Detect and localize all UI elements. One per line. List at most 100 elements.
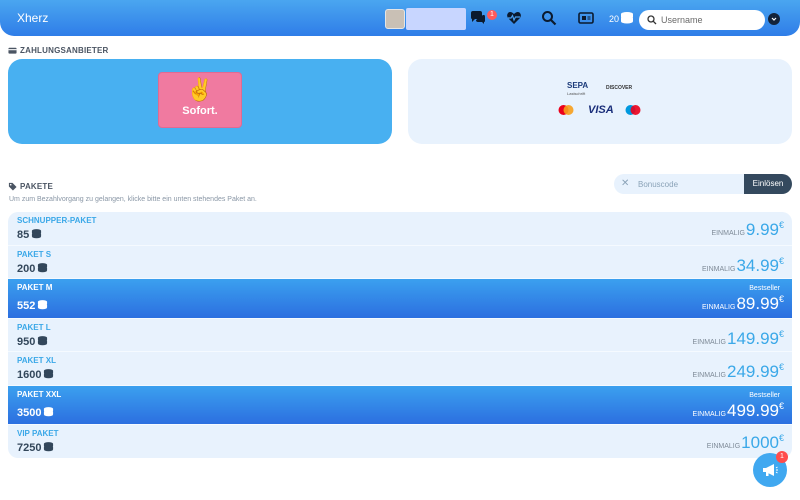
coins-icon	[32, 229, 42, 239]
provider-cards-card[interactable]	[408, 59, 792, 144]
price-value: 9.99	[745, 220, 779, 239]
bestseller-badge: Bestseller	[749, 285, 780, 292]
package-price: EINMALIG 9.99 €	[711, 220, 784, 240]
package-row-vip[interactable]: VIP PAKET 7250 EINMALIG 1000 €	[8, 425, 792, 458]
coins-icon	[620, 10, 634, 26]
user-menu-toggle[interactable]	[768, 13, 780, 25]
price-prefix: EINMALIG	[692, 372, 726, 379]
tag-icon	[8, 182, 17, 191]
credit-card-icon	[8, 47, 17, 54]
message-badge: 1	[487, 10, 497, 20]
price-prefix: EINMALIG	[701, 266, 736, 273]
package-amount: 552	[17, 299, 48, 312]
section-title-text: ZAHLUNGSANBIETER	[20, 46, 109, 55]
package-row-m[interactable]: PAKET M Bestseller 552 EINMALIG 89.99 €	[8, 279, 792, 319]
package-price: EINMALIG 89.99 €	[702, 294, 784, 314]
coin-balance[interactable]: 20	[609, 14, 619, 24]
sepa-sub-label: Lastschrift	[567, 91, 586, 96]
package-amount: 1600	[17, 368, 54, 381]
heart-pulse-icon[interactable]	[505, 9, 523, 27]
clear-icon[interactable]: ✕	[621, 178, 629, 189]
package-name: PAKET XXL	[17, 390, 62, 399]
price-value: 499.99	[726, 401, 779, 420]
search-icon[interactable]	[540, 9, 558, 27]
bonus-code-input[interactable]	[638, 174, 738, 194]
megaphone-icon	[763, 464, 778, 476]
package-name: PAKET XL	[17, 356, 56, 365]
avatar[interactable]	[385, 9, 405, 29]
package-row-xl[interactable]: PAKET XL 1600 EINMALIG 249.99 €	[8, 352, 792, 386]
packages-subtitle: Um zum Bezahlvorgang zu gelangen, klicke…	[9, 196, 257, 203]
price-prefix: EINMALIG	[711, 230, 745, 237]
package-name: SCHNUPPER-PAKET	[17, 216, 97, 225]
username-search-input[interactable]	[659, 10, 759, 30]
package-name: PAKET M	[17, 283, 53, 292]
currency-symbol: €	[778, 294, 784, 304]
package-amount: 85	[17, 228, 42, 241]
maestro-logo	[625, 105, 641, 115]
package-row-xxl[interactable]: PAKET XXL Bestseller 3500 EINMALIG 499.9…	[8, 386, 792, 425]
search-icon	[647, 15, 657, 25]
package-name: VIP PAKET	[17, 429, 59, 438]
sofort-logo[interactable]: ✌ Sofort.	[158, 72, 242, 128]
price-prefix: EINMALIG	[692, 411, 726, 418]
victory-hand-icon: ✌	[186, 77, 214, 102]
package-price: EINMALIG 249.99 €	[693, 362, 784, 382]
package-price: EINMALIG 499.99 €	[693, 401, 784, 421]
package-amount: 7250	[17, 441, 54, 454]
coins-icon	[44, 407, 54, 417]
coins-icon	[38, 263, 48, 273]
price-prefix: EINMALIG	[701, 304, 736, 311]
redeem-button[interactable]: Einlösen	[744, 174, 792, 194]
chevron-down-icon	[771, 17, 777, 21]
chat-icon[interactable]	[469, 9, 487, 27]
coins-icon	[38, 336, 48, 346]
package-price: EINMALIG 34.99 €	[702, 256, 784, 276]
currency-symbol: €	[778, 329, 784, 339]
coins-icon	[38, 300, 48, 310]
price-value: 249.99	[726, 362, 779, 381]
price-prefix: EINMALIG	[692, 339, 726, 346]
currency-symbol: €	[778, 220, 784, 230]
currency-symbol: €	[778, 401, 784, 411]
package-row-l[interactable]: PAKET L 950 EINMALIG 149.99 €	[8, 319, 792, 352]
package-name: PAKET L	[17, 323, 51, 332]
sofort-label: Sofort.	[182, 105, 218, 117]
avatar-name-blurred[interactable]	[406, 8, 466, 30]
sepa-label: SEPA	[567, 81, 589, 90]
package-amount: 950	[17, 335, 48, 348]
package-amount: 200	[17, 262, 48, 275]
visa-logo: VISA	[588, 104, 614, 116]
price-value: 89.99	[736, 294, 779, 313]
bonus-code-field[interactable]: ✕	[614, 174, 744, 194]
sepa-logo: SEPA Lastschrift	[567, 82, 588, 98]
bestseller-badge: Bestseller	[749, 392, 780, 399]
coins-icon	[44, 442, 54, 452]
price-value: 149.99	[726, 329, 779, 348]
discover-logo: DISCOVER	[606, 85, 633, 91]
price-value: 34.99	[736, 256, 779, 275]
currency-symbol: €	[778, 362, 784, 372]
package-row-schnupper[interactable]: SCHNUPPER-PAKET 85 EINMALIG 9.99 €	[8, 212, 792, 246]
username-search[interactable]	[639, 10, 765, 30]
id-card-icon[interactable]	[577, 9, 595, 27]
announcements-badge: 1	[776, 451, 788, 463]
mastercard-logo	[558, 105, 574, 115]
brand-name[interactable]: Xherz	[17, 11, 48, 25]
package-row-s[interactable]: PAKET S 200 EINMALIG 34.99 €	[8, 246, 792, 279]
package-price: EINMALIG 1000 €	[707, 433, 784, 453]
packages-list: SCHNUPPER-PAKET 85 EINMALIG 9.99 € PAKET…	[8, 212, 792, 458]
section-title-text: PAKETE	[20, 182, 54, 191]
package-price: EINMALIG 149.99 €	[693, 329, 784, 349]
payment-providers-title: ZAHLUNGSANBIETER	[8, 46, 109, 55]
package-name: PAKET S	[17, 250, 52, 259]
packages-title: PAKETE	[8, 182, 53, 191]
bonus-code-form: ✕ Einlösen	[614, 174, 792, 194]
price-value: 1000	[741, 433, 779, 452]
price-prefix: EINMALIG	[706, 443, 741, 450]
top-navbar: Xherz 1 20	[0, 0, 800, 36]
currency-symbol: €	[778, 256, 784, 266]
currency-symbol: €	[778, 433, 784, 443]
package-amount: 3500	[17, 406, 54, 419]
coins-icon	[44, 369, 54, 379]
